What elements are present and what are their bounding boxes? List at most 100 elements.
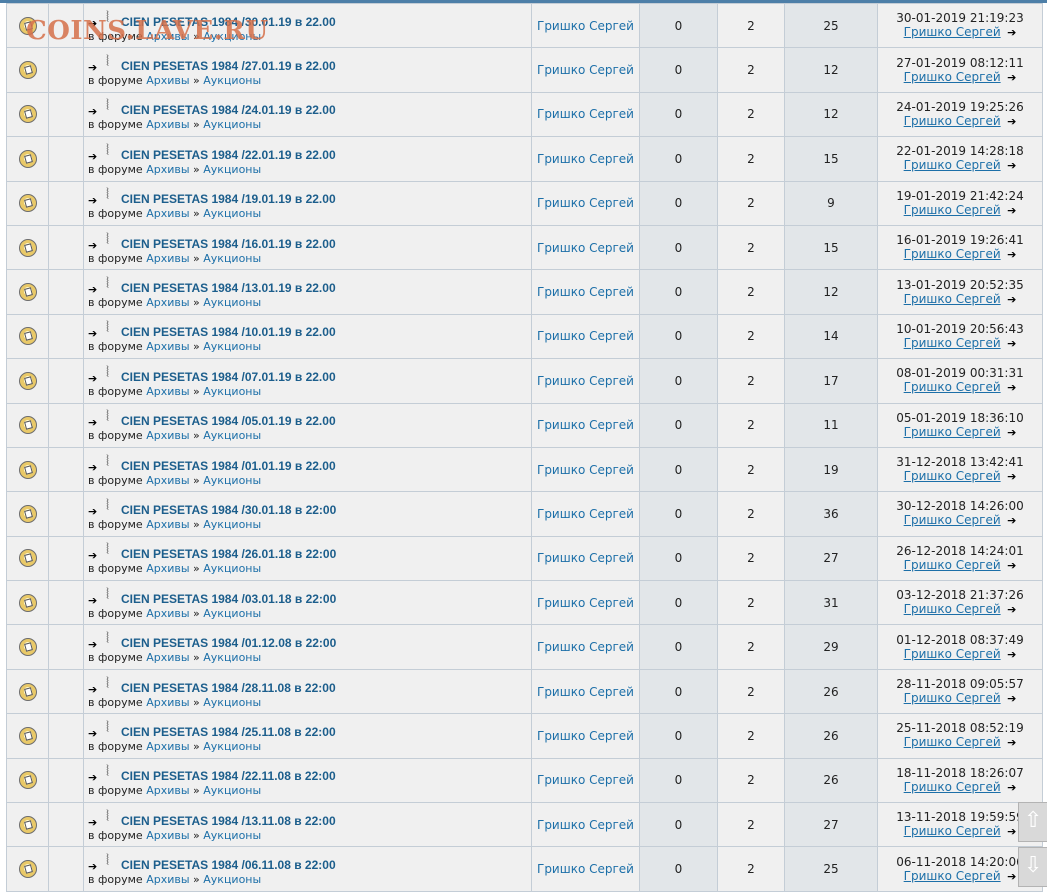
forum-link-archive[interactable]: Архивы	[146, 385, 189, 398]
topic-author-link[interactable]: Гришко Сергей	[537, 818, 634, 832]
scroll-up-button[interactable]: ⇧	[1018, 802, 1047, 842]
goto-new-icon[interactable]: ➔	[88, 595, 106, 606]
topic-author-link[interactable]: Гришко Сергей	[537, 374, 634, 388]
topic-author-link[interactable]: Гришко Сергей	[537, 729, 634, 743]
goto-new-icon[interactable]: ➔	[88, 550, 106, 561]
forum-link-auctions[interactable]: Аукционы	[203, 829, 261, 842]
goto-last-post-icon[interactable]: ➔	[1007, 781, 1016, 795]
goto-new-icon[interactable]: ➔	[88, 728, 106, 739]
topic-title-link[interactable]: CIEN PESETAS 1984 /19.01.19 в 22.00	[121, 192, 336, 206]
topic-author-link[interactable]: Гришко Сергей	[537, 241, 634, 255]
goto-last-post-icon[interactable]: ➔	[1007, 736, 1016, 750]
goto-new-icon[interactable]: ➔	[88, 373, 106, 384]
forum-link-archive[interactable]: Архивы	[146, 651, 189, 664]
topic-author-link[interactable]: Гришко Сергей	[537, 329, 634, 343]
last-post-author-link[interactable]: Гришко Сергей	[904, 824, 1001, 838]
forum-link-archive[interactable]: Архивы	[146, 163, 189, 176]
topic-author-link[interactable]: Гришко Сергей	[537, 196, 634, 210]
goto-last-post-icon[interactable]: ➔	[1007, 692, 1016, 706]
goto-new-icon[interactable]: ➔	[88, 106, 106, 117]
goto-new-icon[interactable]: ➔	[88, 62, 106, 73]
topic-author-link[interactable]: Гришко Сергей	[537, 862, 634, 876]
forum-link-archive[interactable]: Архивы	[146, 562, 189, 575]
topic-title-link[interactable]: CIEN PESETAS 1984 /06.11.08 в 22:00	[121, 858, 336, 872]
forum-link-auctions[interactable]: Аукционы	[203, 296, 261, 309]
forum-link-auctions[interactable]: Аукционы	[203, 518, 261, 531]
topic-author-link[interactable]: Гришко Сергей	[537, 551, 634, 565]
goto-last-post-icon[interactable]: ➔	[1007, 426, 1016, 440]
goto-last-post-icon[interactable]: ➔	[1007, 514, 1016, 528]
last-post-author-link[interactable]: Гришко Сергей	[904, 203, 1001, 217]
goto-last-post-icon[interactable]: ➔	[1007, 26, 1016, 40]
forum-link-auctions[interactable]: Аукционы	[203, 607, 261, 620]
forum-link-archive[interactable]: Архивы	[146, 474, 189, 487]
topic-title-link[interactable]: CIEN PESETAS 1984 /01.12.08 в 22:00	[121, 636, 336, 650]
topic-author-link[interactable]: Гришко Сергей	[537, 685, 634, 699]
topic-title-link[interactable]: CIEN PESETAS 1984 /05.01.19 в 22.00	[121, 414, 336, 428]
topic-author-link[interactable]: Гришко Сергей	[537, 152, 634, 166]
forum-link-archive[interactable]: Архивы	[146, 784, 189, 797]
forum-link-auctions[interactable]: Аукционы	[203, 873, 261, 886]
goto-new-icon[interactable]: ➔	[88, 639, 106, 650]
forum-link-archive[interactable]: Архивы	[146, 429, 189, 442]
goto-new-icon[interactable]: ➔	[88, 506, 106, 517]
topic-title-link[interactable]: CIEN PESETAS 1984 /03.01.18 в 22:00	[121, 592, 336, 606]
topic-author-link[interactable]: Гришко Сергей	[537, 107, 634, 121]
goto-new-icon[interactable]: ➔	[88, 328, 106, 339]
last-post-author-link[interactable]: Гришко Сергей	[904, 114, 1001, 128]
last-post-author-link[interactable]: Гришко Сергей	[904, 70, 1001, 84]
forum-link-archive[interactable]: Архивы	[146, 340, 189, 353]
forum-link-archive[interactable]: Архивы	[146, 696, 189, 709]
forum-link-auctions[interactable]: Аукционы	[203, 429, 261, 442]
last-post-author-link[interactable]: Гришко Сергей	[904, 25, 1001, 39]
goto-new-icon[interactable]: ➔	[88, 861, 106, 872]
topic-title-link[interactable]: CIEN PESETAS 1984 /07.01.19 в 22.00	[121, 370, 336, 384]
last-post-author-link[interactable]: Гришко Сергей	[904, 780, 1001, 794]
topic-author-link[interactable]: Гришко Сергей	[537, 640, 634, 654]
goto-last-post-icon[interactable]: ➔	[1007, 71, 1016, 85]
forum-link-auctions[interactable]: Аукционы	[203, 30, 261, 43]
goto-new-icon[interactable]: ➔	[88, 462, 106, 473]
topic-title-link[interactable]: CIEN PESETAS 1984 /27.01.19 в 22.00	[121, 59, 336, 73]
goto-last-post-icon[interactable]: ➔	[1007, 293, 1016, 307]
topic-title-link[interactable]: CIEN PESETAS 1984 /24.01.19 в 22.00	[121, 103, 336, 117]
forum-link-archive[interactable]: Архивы	[146, 518, 189, 531]
goto-last-post-icon[interactable]: ➔	[1007, 470, 1016, 484]
goto-new-icon[interactable]: ➔	[88, 284, 106, 295]
forum-link-auctions[interactable]: Аукционы	[203, 118, 261, 131]
last-post-author-link[interactable]: Гришко Сергей	[904, 602, 1001, 616]
forum-link-auctions[interactable]: Аукционы	[203, 340, 261, 353]
forum-link-auctions[interactable]: Аукционы	[203, 696, 261, 709]
goto-last-post-icon[interactable]: ➔	[1007, 337, 1016, 351]
goto-new-icon[interactable]: ➔	[88, 195, 106, 206]
topic-author-link[interactable]: Гришко Сергей	[537, 19, 634, 33]
goto-last-post-icon[interactable]: ➔	[1007, 159, 1016, 173]
last-post-author-link[interactable]: Гришко Сергей	[904, 336, 1001, 350]
topic-title-link[interactable]: CIEN PESETAS 1984 /13.01.19 в 22.00	[121, 281, 336, 295]
topic-title-link[interactable]: CIEN PESETAS 1984 /26.01.18 в 22:00	[121, 547, 336, 561]
goto-last-post-icon[interactable]: ➔	[1007, 204, 1016, 218]
forum-link-archive[interactable]: Архивы	[146, 252, 189, 265]
forum-link-auctions[interactable]: Аукционы	[203, 784, 261, 797]
forum-link-archive[interactable]: Архивы	[146, 74, 189, 87]
last-post-author-link[interactable]: Гришко Сергей	[904, 735, 1001, 749]
topic-title-link[interactable]: CIEN PESETAS 1984 /16.01.19 в 22.00	[121, 237, 336, 251]
goto-last-post-icon[interactable]: ➔	[1007, 248, 1016, 262]
forum-link-archive[interactable]: Архивы	[146, 30, 189, 43]
goto-last-post-icon[interactable]: ➔	[1007, 825, 1016, 839]
goto-last-post-icon[interactable]: ➔	[1007, 870, 1016, 884]
forum-link-archive[interactable]: Архивы	[146, 607, 189, 620]
forum-link-auctions[interactable]: Аукционы	[203, 385, 261, 398]
last-post-author-link[interactable]: Гришко Сергей	[904, 380, 1001, 394]
forum-link-archive[interactable]: Архивы	[146, 873, 189, 886]
forum-link-archive[interactable]: Архивы	[146, 118, 189, 131]
forum-link-auctions[interactable]: Аукционы	[203, 74, 261, 87]
topic-title-link[interactable]: CIEN PESETAS 1984 /30.01.19 в 22.00	[121, 15, 336, 29]
goto-new-icon[interactable]: ➔	[88, 18, 106, 29]
goto-new-icon[interactable]: ➔	[88, 417, 106, 428]
goto-last-post-icon[interactable]: ➔	[1007, 648, 1016, 662]
last-post-author-link[interactable]: Гришко Сергей	[904, 869, 1001, 883]
forum-link-archive[interactable]: Архивы	[146, 829, 189, 842]
topic-author-link[interactable]: Гришко Сергей	[537, 463, 634, 477]
goto-new-icon[interactable]: ➔	[88, 240, 106, 251]
